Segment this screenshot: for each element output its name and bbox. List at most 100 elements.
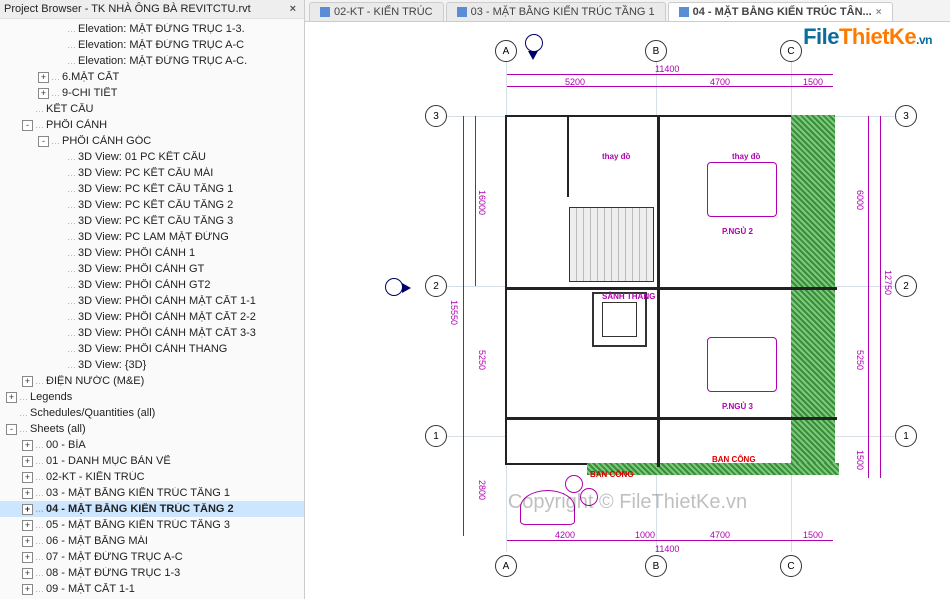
tree-item[interactable]: …Schedules/Quantities (all) [0, 405, 304, 421]
tree-item[interactable]: …3D View: PC LAM MẶT ĐỨNG [0, 229, 304, 245]
view-tab[interactable]: 04 - MẶT BẰNG KIẾN TRÚC TÂN...× [668, 2, 893, 21]
tree-item[interactable]: …3D View: 01 PC KẾT CẤU [0, 149, 304, 165]
tree-item[interactable]: +…9-CHI TIẾT [0, 85, 304, 101]
balcony-area: BAN CÔNG [520, 470, 610, 530]
tree-item-label: 6.MẶT CẮT [62, 71, 119, 83]
tree-item[interactable]: +…05 - MẶT BẰNG KIẾN TRÚC TẦNG 3 [0, 517, 304, 533]
tree-item[interactable]: …KẾT CẤU [0, 101, 304, 117]
tree-item[interactable]: +…04 - MẶT BẰNG KIẾN TRÚC TẦNG 2 [0, 501, 304, 517]
tree-item[interactable]: +…00 - BÌA [0, 437, 304, 453]
tree-item[interactable]: +…03 - MẶT BẰNG KIẾN TRÚC TẦNG 1 [0, 485, 304, 501]
expand-icon[interactable]: + [6, 392, 17, 403]
tree-item-label: 08 - MẶT ĐỨNG TRỤC 1-3 [46, 567, 180, 579]
tree-item[interactable]: +…6.MẶT CẮT [0, 69, 304, 85]
tree-item-label: 3D View: PHỐI CẢNH GT [78, 263, 204, 275]
label-thay-do-2: thay đồ [732, 152, 760, 161]
elevation-marker-north[interactable] [525, 34, 543, 52]
drawing-canvas[interactable]: FileThietKe.vn A B C 3 2 1 3 2 1 A B C [305, 22, 950, 599]
tree-item-label: 04 - MẶT BẰNG KIẾN TRÚC TẦNG 2 [46, 503, 234, 515]
tree-item[interactable]: +…01 - DANH MỤC BẢN VẼ [0, 453, 304, 469]
sheet-icon [457, 7, 467, 17]
expand-icon[interactable]: + [38, 72, 49, 83]
tree-spacer [54, 360, 65, 371]
project-browser-title: Project Browser - TK NHÀ ÔNG BÀ REVITCTU… [4, 3, 251, 15]
tree-item[interactable]: -…PHỐI CẢNH GÓC [0, 133, 304, 149]
expand-icon[interactable]: + [22, 584, 33, 595]
tree-item[interactable]: …Elevation: MẶT ĐỨNG TRỤC A-C. [0, 53, 304, 69]
tree-item-label: 00 - BÌA [46, 439, 86, 451]
project-tree[interactable]: …Elevation: MẶT ĐỨNG TRỤC 1-3.…Elevation… [0, 19, 304, 599]
tree-item[interactable]: +…Legends [0, 389, 304, 405]
tree-item[interactable]: …Elevation: MẶT ĐỨNG TRỤC A-C [0, 37, 304, 53]
close-icon[interactable]: × [286, 3, 300, 15]
expand-icon[interactable]: + [22, 520, 33, 531]
grid-bubble-2r: 2 [895, 275, 917, 297]
expand-icon[interactable]: + [22, 552, 33, 563]
sheet-icon [320, 7, 330, 17]
project-browser-title-bar: Project Browser - TK NHÀ ÔNG BÀ REVITCTU… [0, 0, 304, 19]
tree-item[interactable]: …3D View: PHỐI CẢNH MẶT CẮT 2-2 [0, 309, 304, 325]
expand-icon[interactable]: + [22, 376, 33, 387]
tree-spacer [54, 24, 65, 35]
tree-spacer [54, 56, 65, 67]
dim-left-1: 16000 [477, 190, 487, 215]
expand-icon[interactable]: + [22, 504, 33, 515]
grid-bubble-1: 1 [425, 425, 447, 447]
dim-bot-total: 11400 [655, 544, 679, 554]
dim-right-1: 6000 [855, 190, 865, 210]
tree-item-label: 3D View: PHỐI CẢNH 1 [78, 247, 195, 259]
grid-bubble-3r: 3 [895, 105, 917, 127]
expand-icon[interactable]: + [38, 88, 49, 99]
tree-item-label: Sheets (all) [30, 423, 86, 435]
collapse-icon[interactable]: - [6, 424, 17, 435]
stair [569, 207, 654, 282]
tree-item[interactable]: +…09 - MẶT CẮT 1-1 [0, 581, 304, 597]
tree-item[interactable]: …3D View: PHỐI CẢNH MẶT CẮT 3-3 [0, 325, 304, 341]
expand-icon[interactable]: + [22, 488, 33, 499]
tree-item[interactable]: …3D View: PHỐI CẢNH THANG [0, 341, 304, 357]
tree-item[interactable]: …3D View: PC KẾT CẤU TẦNG 3 [0, 213, 304, 229]
tree-item[interactable]: +…02-KT - KIẾN TRÚC [0, 469, 304, 485]
tree-item[interactable]: …3D View: PC KẾT CẤU TẦNG 2 [0, 197, 304, 213]
tree-item[interactable]: …3D View: PHỐI CẢNH MẶT CẮT 1-1 [0, 293, 304, 309]
tree-spacer [54, 216, 65, 227]
tree-item[interactable]: …3D View: PC KẾT CẤU TẦNG 1 [0, 181, 304, 197]
expand-icon[interactable]: + [22, 536, 33, 547]
tree-item-label: Elevation: MẶT ĐỨNG TRỤC A-C. [78, 55, 247, 67]
expand-icon[interactable]: + [22, 568, 33, 579]
tree-item[interactable]: -…Sheets (all) [0, 421, 304, 437]
tree-item-label: 03 - MẶT BẰNG KIẾN TRÚC TẦNG 1 [46, 487, 230, 499]
tree-item[interactable]: …3D View: PHỐI CẢNH 1 [0, 245, 304, 261]
dim-left-total: 15550 [449, 300, 459, 325]
view-tab[interactable]: 03 - MẶT BẰNG KIẾN TRÚC TẦNG 1 [446, 2, 666, 21]
tree-item[interactable]: -…PHỐI CẢNH [0, 117, 304, 133]
collapse-icon[interactable]: - [22, 120, 33, 131]
tree-item-label: PHỐI CẢNH [46, 119, 107, 131]
main-area: 02-KT - KIẾN TRÚC03 - MẶT BẰNG KIẾN TRÚC… [305, 0, 950, 599]
tree-spacer [54, 232, 65, 243]
collapse-icon[interactable]: - [38, 136, 49, 147]
tree-item-label: ĐIỆN NƯỚC (M&E) [46, 375, 144, 387]
close-icon[interactable]: × [876, 7, 882, 18]
elevation-marker-west[interactable] [385, 278, 403, 296]
dim-bot-3: 4700 [710, 530, 730, 540]
tree-item[interactable]: +…08 - MẶT ĐỨNG TRỤC 1-3 [0, 565, 304, 581]
tree-item[interactable]: …3D View: {3D} [0, 357, 304, 373]
tree-item[interactable]: +…ĐIỆN NƯỚC (M&E) [0, 373, 304, 389]
tree-item-label: 3D View: 01 PC KẾT CẤU [78, 151, 206, 163]
tree-item[interactable]: …3D View: PHỐI CẢNH GT [0, 261, 304, 277]
tree-item-label: 09 - MẶT CẮT 1-1 [46, 583, 135, 595]
expand-icon[interactable]: + [22, 456, 33, 467]
tree-item[interactable]: +…07 - MẶT ĐỨNG TRỤC A-C [0, 549, 304, 565]
expand-icon[interactable]: + [22, 472, 33, 483]
tree-item[interactable]: +…06 - MẶT BẰNG MÁI [0, 533, 304, 549]
tree-item[interactable]: …3D View: PC KẾT CẤU MÁI [0, 165, 304, 181]
tree-item[interactable]: …3D View: PHỐI CẢNH GT2 [0, 277, 304, 293]
grid-bubble-3: 3 [425, 105, 447, 127]
tree-item-label: 9-CHI TIẾT [62, 87, 117, 99]
tree-spacer [54, 152, 65, 163]
view-tab[interactable]: 02-KT - KIẾN TRÚC [309, 2, 444, 21]
tree-item-label: 07 - MẶT ĐỨNG TRỤC A-C [46, 551, 183, 563]
tree-item[interactable]: …Elevation: MẶT ĐỨNG TRỤC 1-3. [0, 21, 304, 37]
expand-icon[interactable]: + [22, 440, 33, 451]
